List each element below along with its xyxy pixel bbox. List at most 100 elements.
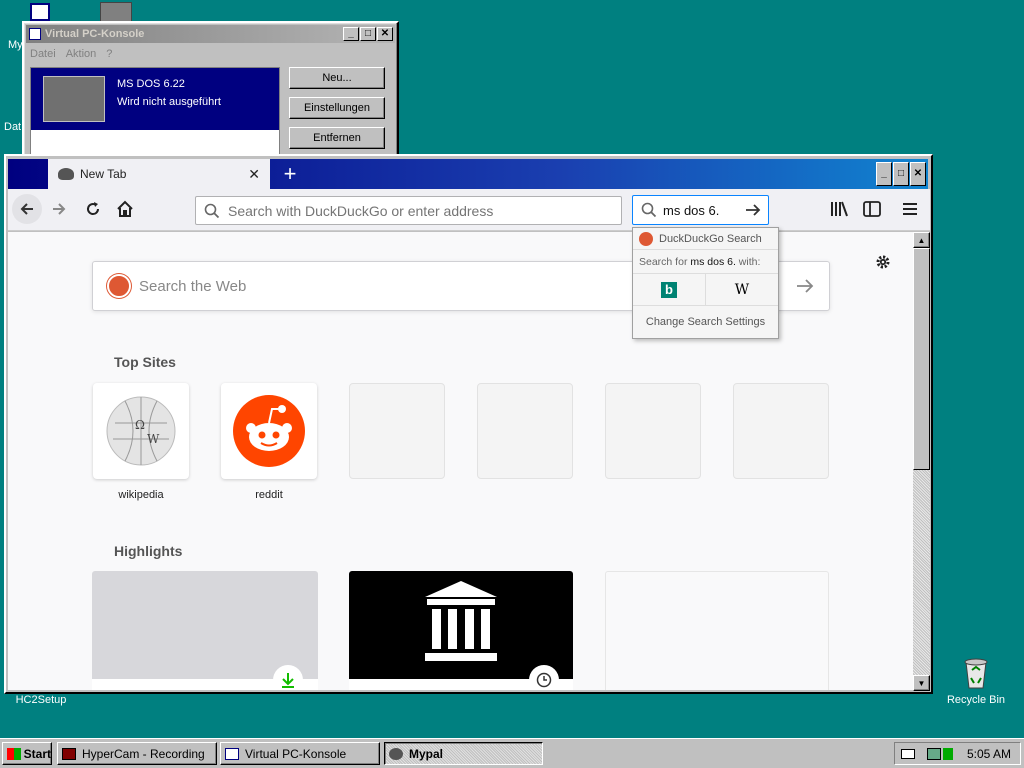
remove-button[interactable]: Entfernen [289, 127, 385, 149]
vm-name: MS DOS 6.22 [117, 78, 185, 90]
download-icon [273, 665, 303, 690]
taskbar: Start HyperCam - Recording Virtual PC-Ko… [0, 738, 1024, 768]
top-sites-heading: Top Sites [114, 354, 176, 370]
system-tray: 5:05 AM [894, 742, 1021, 765]
top-site-reddit[interactable] [221, 383, 317, 479]
scroll-up-button[interactable]: ▲ [913, 232, 930, 248]
menu-datei[interactable]: Datei [30, 48, 56, 60]
new-tab-button[interactable]: + [278, 161, 302, 187]
desktop-icon-hc2setup[interactable]: HC2Setup [6, 694, 76, 706]
start-label: Start [23, 746, 51, 761]
task-label: Mypal [409, 746, 444, 761]
top-site-empty [349, 383, 445, 479]
svg-text:Ω: Ω [135, 418, 145, 432]
hypercam-icon [62, 747, 76, 760]
home-button[interactable] [116, 200, 134, 221]
tab-strip: New Tab ✕ + _ □ ✕ [8, 159, 928, 189]
duckduckgo-logo-icon [107, 274, 131, 298]
sidebar-button[interactable] [863, 201, 881, 220]
window-controls: _ □ ✕ [875, 162, 926, 186]
bing-icon: b [661, 281, 677, 298]
change-search-settings[interactable]: Change Search Settings [633, 306, 778, 338]
my-computer-icon[interactable] [30, 3, 50, 21]
search-go-arrow-icon[interactable] [795, 276, 815, 296]
forward-button[interactable] [50, 200, 68, 221]
top-site-label[interactable]: reddit [221, 489, 317, 501]
maximize-button[interactable]: □ [893, 162, 909, 186]
network-icon[interactable] [927, 747, 941, 760]
library-icon [831, 201, 848, 217]
mypal-favicon-icon [58, 168, 74, 180]
popup-engine-name: DuckDuckGo Search [659, 232, 762, 245]
minimize-button[interactable]: _ [876, 162, 892, 186]
task-mypal[interactable]: Mypal [384, 742, 543, 765]
volume-icon[interactable] [943, 747, 953, 760]
archive-building-icon [425, 581, 497, 661]
vm-list-item[interactable]: MS DOS 6.22 Wird nicht ausgeführt [31, 68, 279, 130]
maximize-button[interactable]: □ [360, 27, 376, 41]
vpc-window-icon [29, 28, 41, 40]
task-label: HyperCam - Recording [82, 746, 205, 761]
web-search-placeholder: Search the Web [139, 278, 247, 295]
search-input[interactable]: ms dos 6. [663, 203, 744, 218]
mypal-icon [389, 747, 403, 760]
search-suggestions-popup: DuckDuckGo Search Search for ms dos 6. w… [632, 227, 779, 339]
top-site-label[interactable]: wikipedia [93, 489, 189, 501]
sidebar-icon [863, 201, 881, 217]
shortcut-icon[interactable] [100, 2, 132, 22]
tab-close-icon[interactable]: ✕ [248, 166, 260, 183]
reload-icon [87, 202, 100, 215]
scroll-down-button[interactable]: ▼ [913, 675, 930, 691]
library-button[interactable] [830, 201, 848, 220]
search-bar[interactable]: ms dos 6. [632, 195, 769, 225]
back-button[interactable] [12, 194, 42, 224]
vm-thumbnail [43, 76, 105, 122]
highlights-heading: Highlights [114, 543, 183, 559]
close-button[interactable]: ✕ [910, 162, 926, 186]
start-button[interactable]: Start [2, 742, 52, 765]
bing-engine-button[interactable]: b [633, 274, 706, 305]
tab-new-tab[interactable]: New Tab ✕ [48, 159, 270, 189]
top-site-empty [733, 383, 829, 479]
reddit-logo-icon [233, 395, 305, 467]
popup-engine-buttons: b W [633, 274, 778, 306]
keyboard-icon[interactable] [901, 748, 915, 759]
url-bar[interactable] [195, 196, 622, 225]
desktop-icon-label: HC2Setup [15, 694, 67, 706]
settings-button[interactable]: Einstellungen [289, 97, 385, 119]
vm-status: Wird nicht ausgeführt [117, 96, 221, 108]
home-icon [117, 200, 133, 217]
go-arrow-icon[interactable] [744, 201, 762, 219]
vm-list[interactable]: MS DOS 6.22 Wird nicht ausgeführt [30, 67, 280, 159]
menu-help[interactable]: ? [106, 48, 112, 60]
minimize-button[interactable]: _ [343, 27, 359, 41]
forward-arrow-icon [53, 203, 66, 215]
desktop-icon-recycle-bin[interactable]: Recycle Bin [940, 656, 1012, 706]
menu-aktion[interactable]: Aktion [66, 48, 97, 60]
duckduckgo-icon [639, 231, 653, 246]
settings-gear-icon[interactable] [874, 253, 892, 271]
desktop-icon-label-fragment[interactable]: Dat [4, 121, 21, 133]
task-hypercam[interactable]: HyperCam - Recording [57, 742, 217, 765]
highlight-card[interactable] [349, 571, 573, 690]
menu-button[interactable] [902, 201, 918, 220]
highlight-card-empty [605, 571, 829, 690]
vpc-title-bar[interactable]: Virtual PC-Konsole _ □ ✕ [26, 25, 395, 43]
scroll-thumb[interactable] [913, 248, 930, 470]
popup-engine-header: DuckDuckGo Search [633, 228, 778, 250]
hamburger-menu-icon [903, 203, 917, 215]
new-vm-button[interactable]: Neu... [289, 67, 385, 89]
search-icon [641, 202, 657, 218]
url-input[interactable] [228, 202, 608, 219]
task-vpc[interactable]: Virtual PC-Konsole [220, 742, 380, 765]
desktop-icon-label-fragment[interactable]: My [8, 39, 23, 51]
reload-button[interactable] [84, 200, 102, 221]
clock[interactable]: 5:05 AM [967, 747, 1011, 761]
top-site-wikipedia[interactable]: Ω W [93, 383, 189, 479]
vertical-scrollbar[interactable]: ▲ ▼ [913, 232, 930, 691]
vpc-console-window: Virtual PC-Konsole _ □ ✕ Datei Aktion ? … [22, 21, 399, 161]
back-arrow-icon [20, 203, 33, 215]
wikipedia-engine-button[interactable]: W [706, 274, 778, 305]
highlight-card[interactable] [92, 571, 318, 690]
close-button[interactable]: ✕ [377, 27, 393, 41]
